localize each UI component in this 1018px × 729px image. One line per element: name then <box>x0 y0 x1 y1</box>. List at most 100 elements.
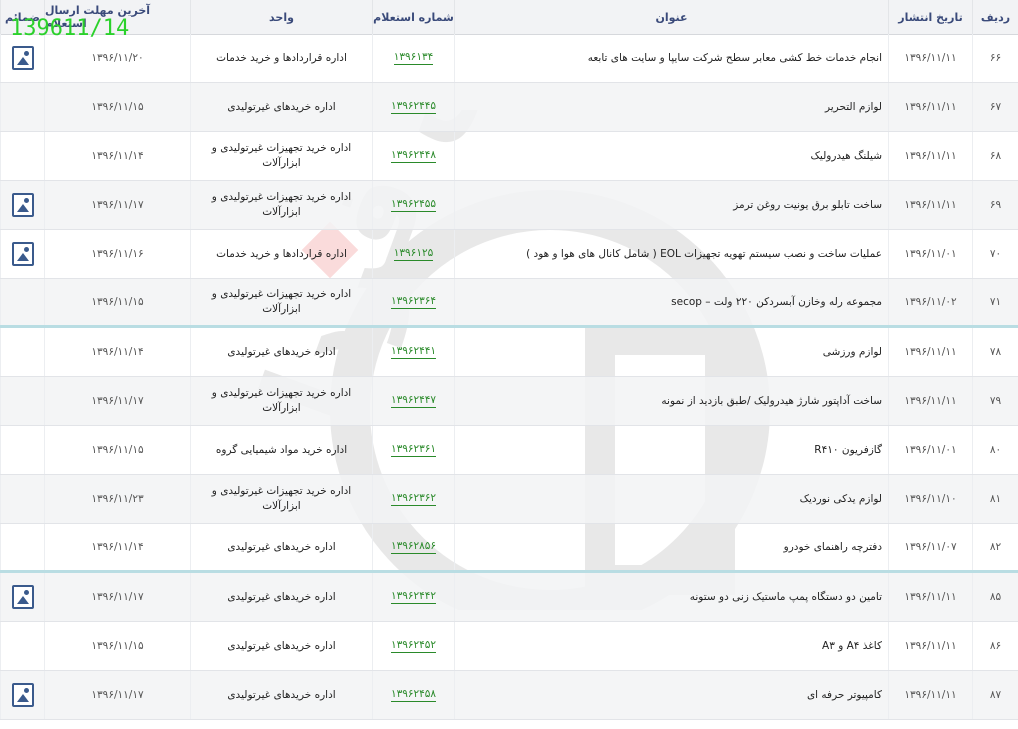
department: اداره خرید مواد شیمیایی گروه <box>190 426 372 474</box>
department: اداره قراردادها و خرید خدمات <box>190 34 372 82</box>
deadline-date: ۱۳۹۶/۱۱/۱۶ <box>44 230 190 278</box>
department: اداره خرید تجهیزات غیرتولیدی و ابزارآلات <box>190 475 372 523</box>
table-body: ۶۶ ۱۳۹۶/۱۱/۱۱ انجام خدمات خط کشی معابر سطح… <box>0 34 1018 720</box>
tender-title: شیلنگ هیدرولیک <box>454 132 888 180</box>
department: اداره خریدهای غیرتولیدی <box>190 671 372 719</box>
table-row: ۸۶ ۱۳۹۶/۱۱/۱۱ کاغذ A۴ و A۳ ۱۳۹۶۲۴۵۲ اداره خر… <box>0 622 1018 671</box>
row-index: ۸۲ <box>972 524 1018 570</box>
table-row: ۸۰ ۱۳۹۶/۱۱/۰۱ گازفریون R۴۱۰ ۱۳۹۶۲۳۶۱ اداره خ… <box>0 426 1018 475</box>
image-attachment-icon[interactable] <box>11 242 34 266</box>
inquiry-number-cell: ۱۳۹۶۲۴۵۲ <box>372 622 454 670</box>
inquiry-number-cell: ۱۳۹۶۲۴۵۸ <box>372 671 454 719</box>
deadline-date: ۱۳۹۶/۱۱/۱۷ <box>44 181 190 229</box>
tender-title: ساخت آداپتور شارژ هیدرولیک /طبق بازدید ا… <box>454 377 888 425</box>
tender-title: کامپیوتر حرفه ای <box>454 671 888 719</box>
inquiry-number-link[interactable]: ۱۳۹۶۲۳۶۲ <box>390 492 437 506</box>
department: اداره خریدهای غیرتولیدی <box>190 622 372 670</box>
tender-title: تامین دو دستگاه پمپ ماستیک زنی دو ستونه <box>454 573 888 621</box>
header-date: تاریخ انتشار <box>888 0 972 34</box>
inquiry-number-cell: ۱۳۹۶۱۳۴ <box>372 34 454 82</box>
inquiry-number-link[interactable]: ۱۳۹۶۲۴۴۸ <box>390 149 437 163</box>
inquiry-number-cell: ۱۳۹۶۲۴۴۵ <box>372 83 454 131</box>
publish-date: ۱۳۹۶/۱۱/۰۲ <box>888 279 972 325</box>
department: اداره خرید تجهیزات غیرتولیدی و ابزارآلات <box>190 279 372 325</box>
publish-date: ۱۳۹۶/۱۱/۱۱ <box>888 622 972 670</box>
attachment-cell <box>0 132 44 180</box>
table-row: ۶۶ ۱۳۹۶/۱۱/۱۱ انجام خدمات خط کشی معابر سطح… <box>0 34 1018 83</box>
inquiry-number-link[interactable]: ۱۳۹۶۲۴۵۵ <box>390 198 437 212</box>
deadline-date: ۱۳۹۶/۱۱/۲۳ <box>44 475 190 523</box>
row-index: ۶۸ <box>972 132 1018 180</box>
publish-date: ۱۳۹۶/۱۱/۱۱ <box>888 132 972 180</box>
inquiry-number-cell: ۱۳۹۶۱۲۵ <box>372 230 454 278</box>
publish-date: ۱۳۹۶/۱۱/۰۷ <box>888 524 972 570</box>
image-attachment-icon[interactable] <box>11 683 34 707</box>
publish-date: ۱۳۹۶/۱۱/۱۱ <box>888 34 972 82</box>
row-index: ۸۱ <box>972 475 1018 523</box>
department: اداره خریدهای غیرتولیدی <box>190 83 372 131</box>
deadline-date: ۱۳۹۶/۱۱/۱۵ <box>44 279 190 325</box>
header-number: شماره استعلام <box>372 0 454 34</box>
tender-title: لوازم ورزشی <box>454 328 888 376</box>
inquiry-number-link[interactable]: ۱۳۹۶۲۴۵۲ <box>390 639 437 653</box>
deadline-date: ۱۳۹۶/۱۱/۱۷ <box>44 671 190 719</box>
attachment-cell <box>0 83 44 131</box>
image-attachment-icon[interactable] <box>11 46 34 70</box>
deadline-date: ۱۳۹۶/۱۱/۲۰ <box>44 34 190 82</box>
attachment-cell <box>0 328 44 376</box>
inquiry-number-link[interactable]: ۱۳۹۶۲۴۵۸ <box>390 688 437 702</box>
inquiry-number-link[interactable]: ۱۳۹۶۲۴۴۵ <box>390 100 437 114</box>
publish-date: ۱۳۹۶/۱۱/۱۱ <box>888 83 972 131</box>
inquiry-number-link[interactable]: ۱۳۹۶۱۳۴ <box>393 51 434 65</box>
row-index: ۶۷ <box>972 83 1018 131</box>
deadline-date: ۱۳۹۶/۱۱/۱۷ <box>44 573 190 621</box>
row-index: ۸۵ <box>972 573 1018 621</box>
department: اداره خریدهای غیرتولیدی <box>190 573 372 621</box>
table-row: ۷۹ ۱۳۹۶/۱۱/۱۱ ساخت آداپتور شارژ هیدرولیک /… <box>0 377 1018 426</box>
table-row: ۶۷ ۱۳۹۶/۱۱/۱۱ لوازم التحریر ۱۳۹۶۲۴۴۵ اداره خ… <box>0 83 1018 132</box>
row-index: ۸۰ <box>972 426 1018 474</box>
image-attachment-icon[interactable] <box>11 193 34 217</box>
tender-title: کاغذ A۴ و A۳ <box>454 622 888 670</box>
publish-date: ۱۳۹۶/۱۱/۱۱ <box>888 573 972 621</box>
inquiry-number-link[interactable]: ۱۳۹۶۲۸۵۶ <box>390 540 437 554</box>
inquiry-number-link[interactable]: ۱۳۹۶۲۴۴۷ <box>390 394 437 408</box>
header-row: ردیف <box>972 0 1018 34</box>
inquiry-number-cell: ۱۳۹۶۲۳۶۱ <box>372 426 454 474</box>
row-index: ۷۰ <box>972 230 1018 278</box>
attachment-cell <box>0 426 44 474</box>
deadline-date: ۱۳۹۶/۱۱/۱۴ <box>44 328 190 376</box>
inquiry-number-cell: ۱۳۹۶۲۴۴۸ <box>372 132 454 180</box>
inquiry-number-cell: ۱۳۹۶۲۳۶۴ <box>372 279 454 325</box>
department: اداره خرید تجهیزات غیرتولیدی و ابزارآلات <box>190 377 372 425</box>
attachment-cell <box>0 181 44 229</box>
table-row: ۸۱ ۱۳۹۶/۱۱/۱۰ لوازم یدکی نوردیک ۱۳۹۶۲۳۶۲ ادا… <box>0 475 1018 524</box>
tender-listing-page: ارتباط گستران فردا ردیف تاریخ انتشار عنو… <box>0 0 1018 729</box>
inquiry-number-cell: ۱۳۹۶۲۴۴۱ <box>372 328 454 376</box>
inquiry-number-cell: ۱۳۹۶۲۳۶۲ <box>372 475 454 523</box>
deadline-date: ۱۳۹۶/۱۱/۱۷ <box>44 377 190 425</box>
row-index: ۶۹ <box>972 181 1018 229</box>
row-index: ۷۹ <box>972 377 1018 425</box>
inquiry-number-link[interactable]: ۱۳۹۶۲۴۴۱ <box>390 345 437 359</box>
image-attachment-icon[interactable] <box>11 585 34 609</box>
attachment-cell <box>0 34 44 82</box>
deadline-date: ۱۳۹۶/۱۱/۱۴ <box>44 132 190 180</box>
inquiry-number-link[interactable]: ۱۳۹۶۱۲۵ <box>393 247 434 261</box>
row-index: ۸۷ <box>972 671 1018 719</box>
table-row: ۷۱ ۱۳۹۶/۱۱/۰۲ مجموعه رله وخازن آبسردکن ۲۲۰… <box>0 279 1018 328</box>
header-title: عنوان <box>454 0 888 34</box>
table-row: ۷۰ ۱۳۹۶/۱۱/۰۱ عملیات ساخت و نصب سیستم تهوی… <box>0 230 1018 279</box>
department: اداره خریدهای غیرتولیدی <box>190 328 372 376</box>
publish-date: ۱۳۹۶/۱۱/۰۱ <box>888 230 972 278</box>
publish-date: ۱۳۹۶/۱۱/۰۱ <box>888 426 972 474</box>
row-index: ۷۱ <box>972 279 1018 325</box>
department: اداره خرید تجهیزات غیرتولیدی و ابزارآلات <box>190 132 372 180</box>
attachment-cell <box>0 230 44 278</box>
table-row: ۸۵ ۱۳۹۶/۱۱/۱۱ تامین دو دستگاه پمپ ماستیک ز… <box>0 573 1018 622</box>
attachment-cell <box>0 475 44 523</box>
inquiry-number-link[interactable]: ۱۳۹۶۲۳۶۱ <box>390 443 437 457</box>
inquiry-number-link[interactable]: ۱۳۹۶۲۴۴۲ <box>390 590 437 604</box>
inquiry-number-link[interactable]: ۱۳۹۶۲۳۶۴ <box>390 295 437 309</box>
table-header: ردیف تاریخ انتشار عنوان شماره استعلام وا… <box>0 0 1018 35</box>
